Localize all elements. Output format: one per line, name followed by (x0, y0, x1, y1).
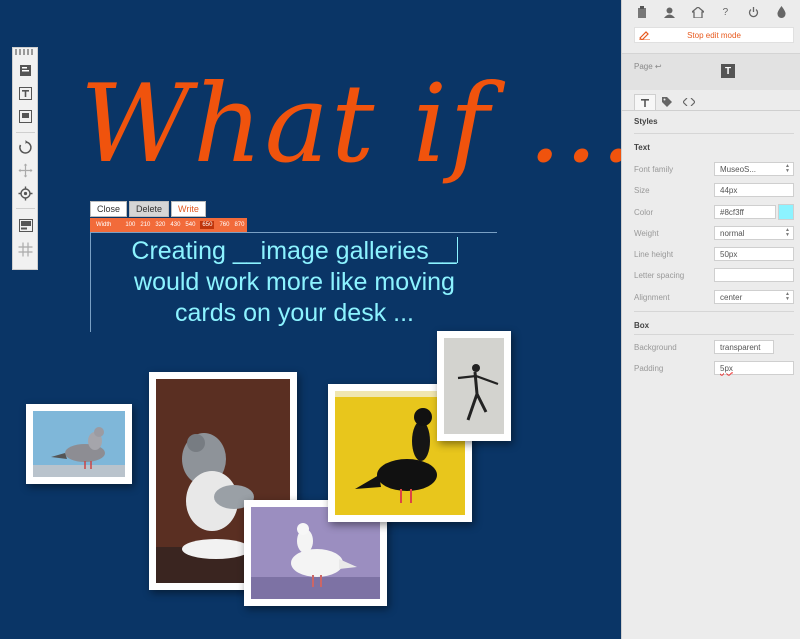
panel-top-icons: ? (622, 0, 800, 24)
text-type-icon[interactable]: T (721, 64, 735, 78)
select-arrows-icon: ▲ ▼ (785, 163, 790, 174)
page-label[interactable]: Page ↩ (634, 62, 662, 71)
home-icon[interactable] (690, 4, 706, 20)
width-selector: Width 100 210 320 430 540 650 760 870 (90, 218, 247, 232)
panel-tabs (634, 94, 700, 110)
width-option[interactable]: 760 (219, 222, 229, 228)
width-option[interactable]: 320 (155, 222, 165, 228)
page-icon[interactable] (17, 62, 34, 79)
delete-button[interactable]: Delete (129, 201, 170, 217)
write-button[interactable]: Write (171, 201, 206, 217)
pencil-icon (639, 30, 650, 42)
background-input[interactable]: transparent (714, 340, 774, 354)
target-icon[interactable] (17, 185, 34, 202)
width-option[interactable]: 540 (185, 222, 195, 228)
drop-icon[interactable] (773, 4, 789, 20)
font-family-select[interactable]: MuseoS... ▲ ▼ (714, 162, 794, 176)
text-icon[interactable] (17, 85, 34, 102)
width-option[interactable]: 210 (140, 222, 150, 228)
font-family-value: MuseoS... (720, 164, 757, 174)
width-label: Width (96, 222, 112, 228)
stop-edit-label: Stop edit mode (687, 30, 741, 40)
padding-label: Padding (634, 364, 664, 373)
select-arrows-icon: ▲ ▼ (785, 291, 790, 302)
background-label: Background (634, 343, 677, 352)
headline-text[interactable]: What if ... (80, 40, 621, 210)
editable-text[interactable]: Creating __image galleries__ would work … (91, 236, 498, 329)
weight-select[interactable]: normal ▲ ▼ (714, 226, 794, 240)
color-swatch[interactable] (778, 204, 794, 220)
box-section-title: Box (634, 321, 650, 330)
alignment-label: Alignment (634, 293, 670, 302)
weight-value: normal (720, 228, 745, 238)
user-icon[interactable] (662, 4, 678, 20)
text-line[interactable]: would work more like moving (91, 267, 498, 298)
section-divider (634, 311, 794, 312)
color-input[interactable]: #8cf3ff (714, 205, 776, 219)
power-icon[interactable] (745, 4, 761, 20)
width-option[interactable]: 100 (125, 222, 135, 228)
tabs-underline (622, 110, 800, 111)
alignment-select[interactable]: center ▲ ▼ (714, 290, 794, 304)
text-tab[interactable] (634, 94, 656, 110)
stop-edit-mode-button[interactable]: Stop edit mode (634, 27, 794, 43)
letter-spacing-input[interactable] (714, 268, 794, 282)
width-option[interactable]: 870 (234, 222, 244, 228)
text-section-title: Text (634, 143, 650, 152)
tag-icon (662, 97, 672, 107)
padding-input[interactable]: 5px (714, 361, 794, 375)
color-label: Color (634, 208, 654, 217)
page-row: Page ↩ T (622, 54, 800, 90)
color-value: #8cf3ff (720, 207, 744, 217)
text-edit-box[interactable]: Creating __image galleries__ would work … (90, 232, 497, 332)
weight-label: Weight (634, 229, 659, 238)
text-editor-actions: Close Delete Write (90, 201, 208, 217)
close-button[interactable]: Close (90, 201, 128, 217)
palette-separator (16, 208, 35, 209)
letter-spacing-label: Letter spacing (634, 271, 685, 280)
line-height-label: Line height (634, 250, 674, 259)
size-input[interactable]: 44px (714, 183, 794, 197)
background-value: transparent (720, 342, 761, 352)
photo-card-skater[interactable] (437, 331, 511, 441)
section-divider (634, 334, 794, 335)
grey-pigeon-image (33, 411, 125, 477)
padding-value: 5px (720, 363, 733, 373)
help-icon[interactable]: ? (717, 4, 733, 20)
tool-palette (12, 47, 38, 270)
settings-panel: ? Stop edit mode Page ↩ T Styles Text Fo… (621, 0, 800, 639)
size-label: Size (634, 186, 650, 195)
size-value: 44px (720, 185, 738, 195)
text-cursor (456, 237, 458, 263)
alignment-value: center (720, 292, 743, 302)
move-icon[interactable] (17, 162, 34, 179)
palette-separator (16, 132, 35, 133)
width-option-selected[interactable]: 650 (200, 221, 215, 229)
editor-canvas[interactable]: What if ... Close Delete Write Width 100… (0, 0, 621, 639)
line-height-input[interactable]: 50px (714, 247, 794, 261)
skater-image (444, 338, 504, 434)
section-divider (634, 133, 794, 134)
font-family-label: Font family (634, 165, 674, 174)
grid-icon[interactable] (17, 241, 34, 258)
palette-grip[interactable] (15, 49, 35, 55)
width-option[interactable]: 430 (170, 222, 180, 228)
tag-tab[interactable] (656, 94, 678, 110)
photo-card-grey-pigeon[interactable] (26, 404, 132, 484)
image-frame-icon[interactable] (17, 108, 34, 125)
line-height-value: 50px (720, 249, 738, 259)
clipboard-icon[interactable] (634, 4, 650, 20)
text-line[interactable]: Creating __image galleries__ (131, 237, 456, 265)
layout-icon[interactable] (17, 217, 34, 234)
select-arrows-icon: ▲ ▼ (785, 227, 790, 238)
styles-title: Styles (634, 117, 658, 126)
rotate-icon[interactable] (17, 139, 34, 156)
code-tab[interactable] (678, 94, 700, 110)
text-line[interactable]: cards on your desk ... (91, 298, 498, 329)
code-icon (683, 98, 695, 106)
text-tab-icon (641, 98, 649, 107)
